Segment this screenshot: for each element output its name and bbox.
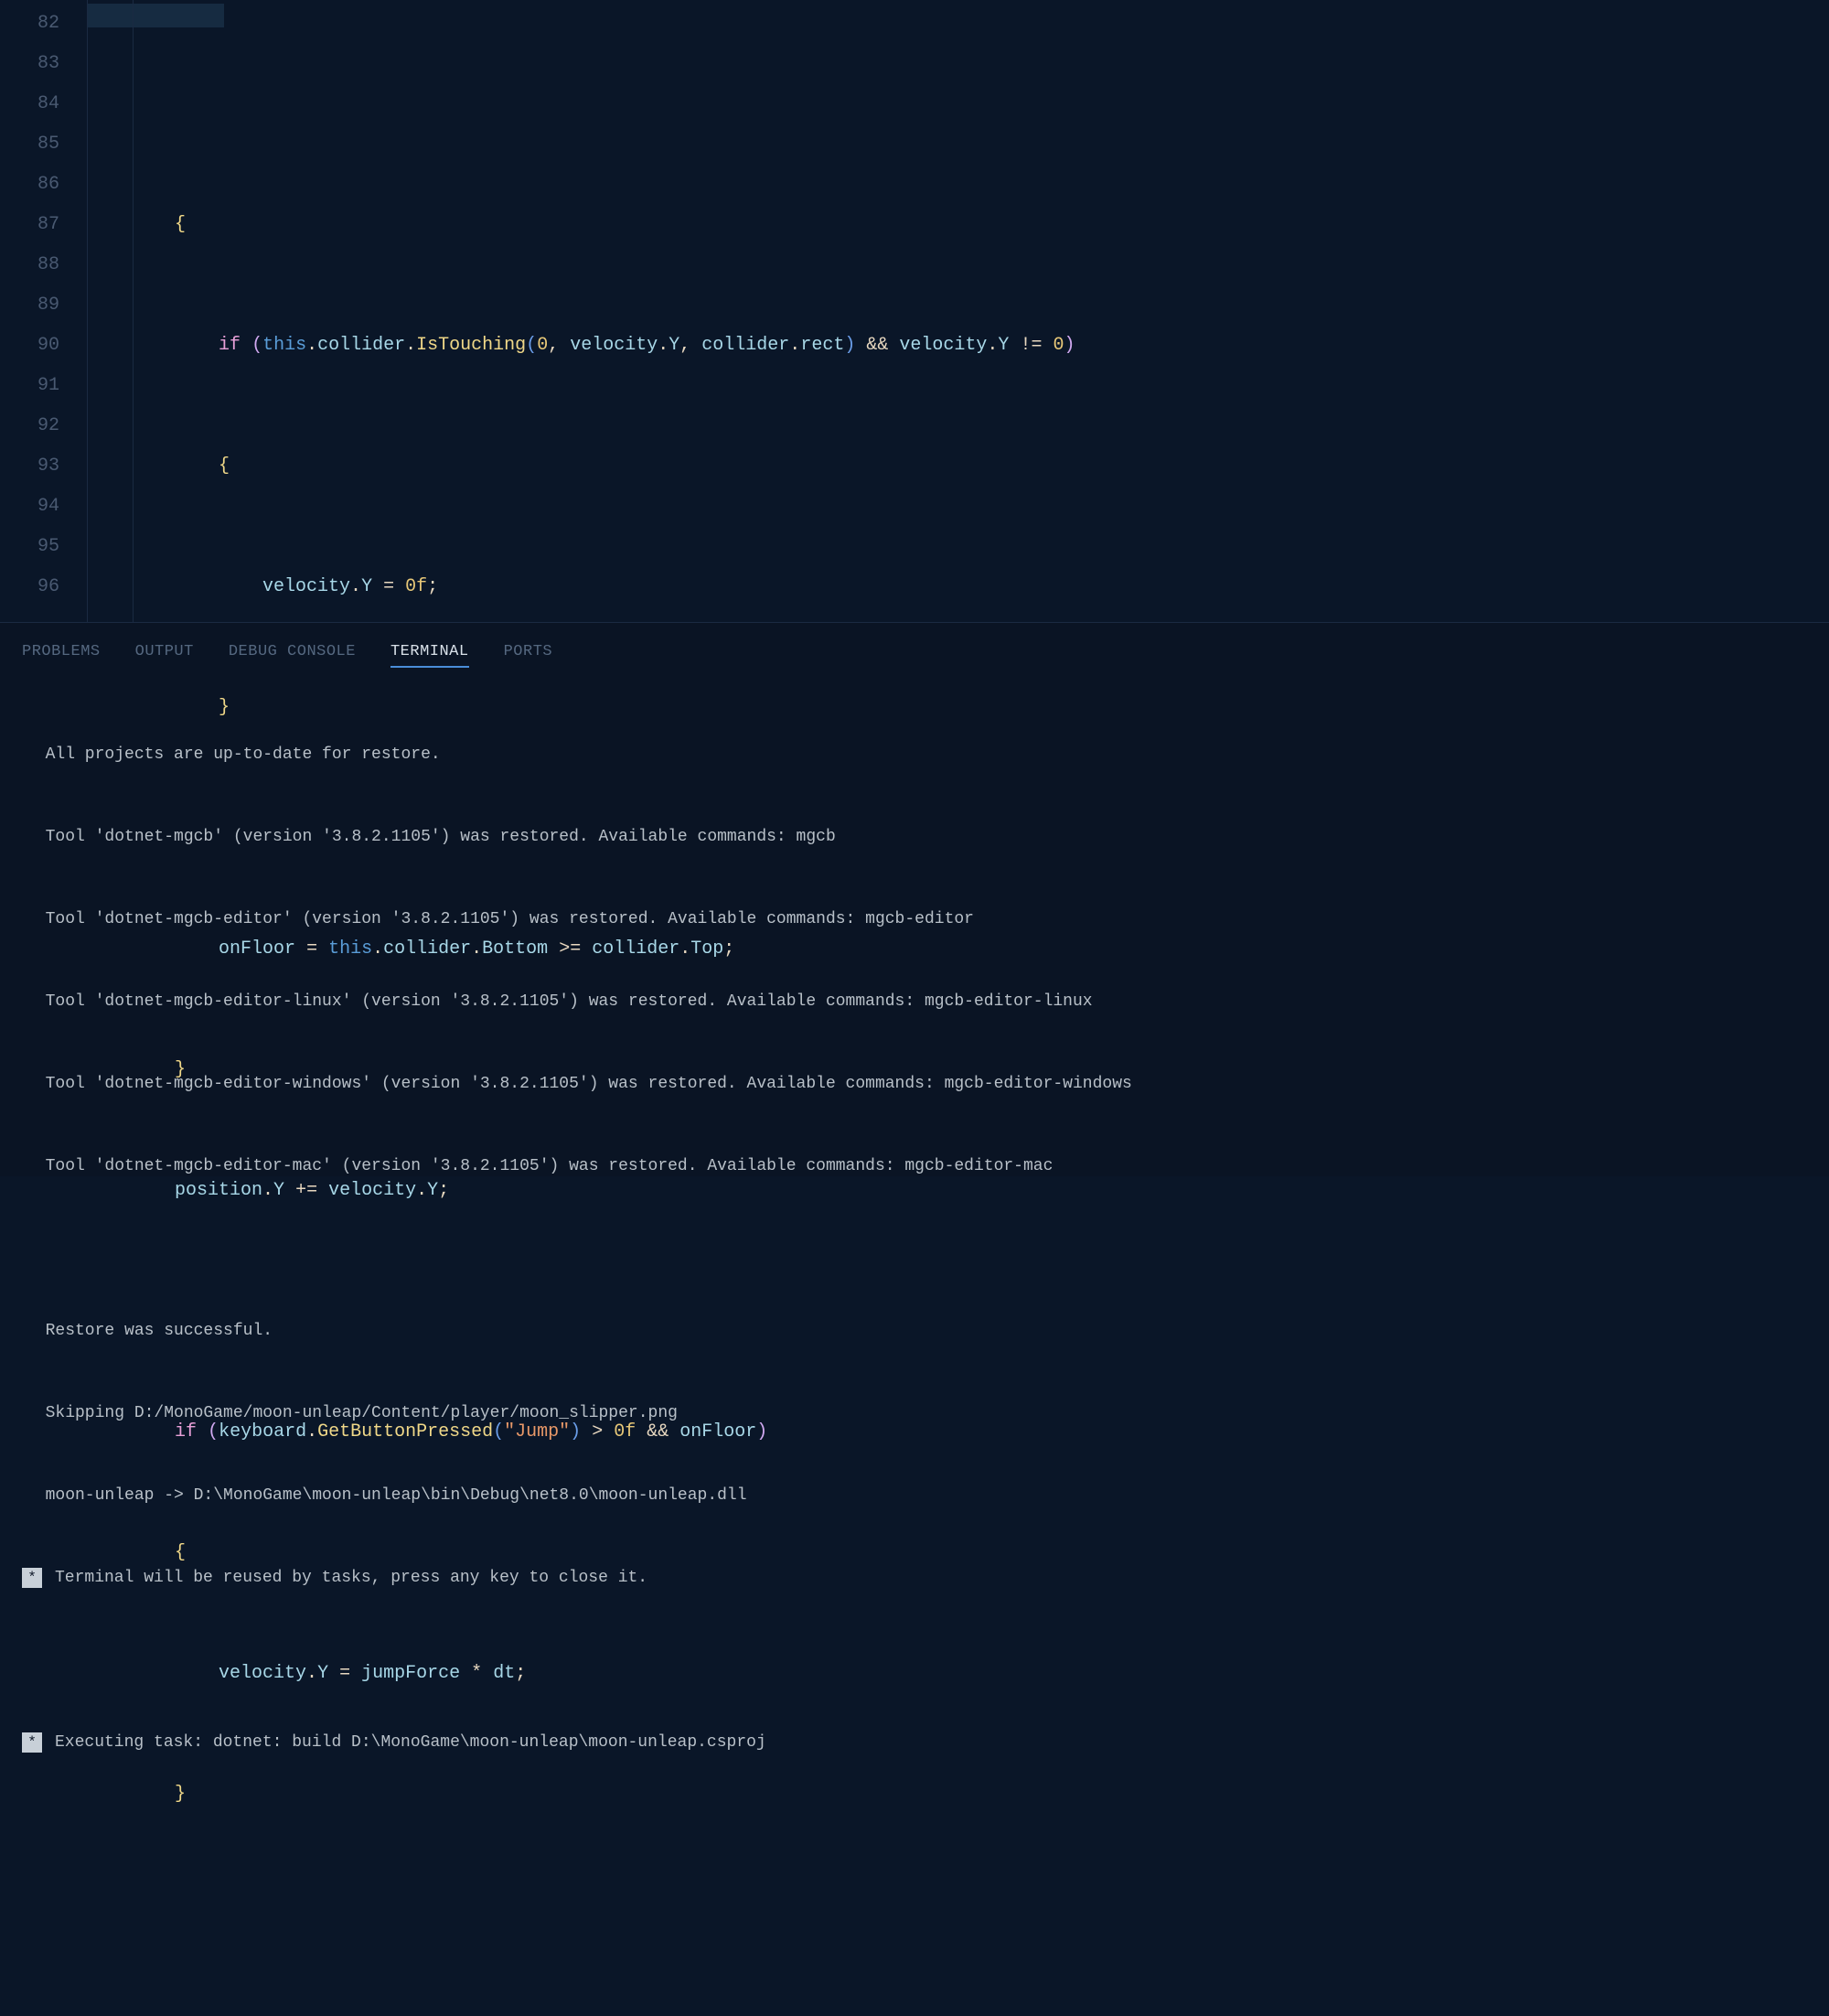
- indent-guide: [87, 0, 88, 622]
- task-marker-icon: *: [22, 1732, 42, 1753]
- line-number: 92: [0, 406, 59, 446]
- line-number: 94: [0, 487, 59, 527]
- line-number: 93: [0, 446, 59, 487]
- task-marker-icon: *: [22, 1568, 42, 1588]
- code-line: [87, 1292, 1829, 1332]
- terminal-line-text: Executing task: dotnet: build D:\MonoGam…: [55, 1729, 766, 1756]
- code-editor[interactable]: 82 83 84 85 86 87 88 89 90 91 92 93 94 9…: [0, 0, 1829, 622]
- code-line: onFloor = this.collider.Bottom >= collid…: [87, 929, 1829, 970]
- code-line: velocity.Y = jumpForce * dt;: [87, 1654, 1829, 1694]
- code-line: if (keyboard.GetButtonPressed("Jump") > …: [87, 1412, 1829, 1453]
- code-line: velocity.Y = 0f;: [87, 567, 1829, 607]
- indent-guide: [133, 0, 134, 622]
- line-number: 88: [0, 245, 59, 285]
- code-line: position.Y += velocity.Y;: [87, 1171, 1829, 1211]
- terminal-line: moon-unleap -> D:\MonoGame\moon-unleap\b…: [26, 1482, 1803, 1509]
- code-line: }: [87, 1050, 1829, 1090]
- code-line: }: [87, 1775, 1829, 1815]
- line-number: 84: [0, 84, 59, 124]
- line-number: 91: [0, 366, 59, 406]
- code-line: [87, 809, 1829, 849]
- line-number: 96: [0, 567, 59, 607]
- line-number: 90: [0, 326, 59, 366]
- code-content[interactable]: { if (this.collider.IsTouching(0, veloci…: [87, 0, 1829, 622]
- line-number: 89: [0, 285, 59, 326]
- line-number: 82: [0, 4, 59, 44]
- line-number: 87: [0, 205, 59, 245]
- line-number: 86: [0, 165, 59, 205]
- terminal-task-line: * Executing task: dotnet: build D:\MonoG…: [22, 1729, 1803, 1756]
- code-line: [87, 1895, 1829, 1936]
- line-number-gutter: 82 83 84 85 86 87 88 89 90 91 92 93 94 9…: [0, 0, 87, 622]
- code-line: {: [87, 205, 1829, 245]
- code-line: {: [87, 1533, 1829, 1573]
- code-line: {: [87, 446, 1829, 487]
- selection-highlight: [87, 4, 224, 27]
- code-line: if (this.collider.IsTouching(0, velocity…: [87, 326, 1829, 366]
- line-number: 95: [0, 527, 59, 567]
- line-number: 83: [0, 44, 59, 84]
- code-line: }: [87, 688, 1829, 728]
- line-number: 85: [0, 124, 59, 165]
